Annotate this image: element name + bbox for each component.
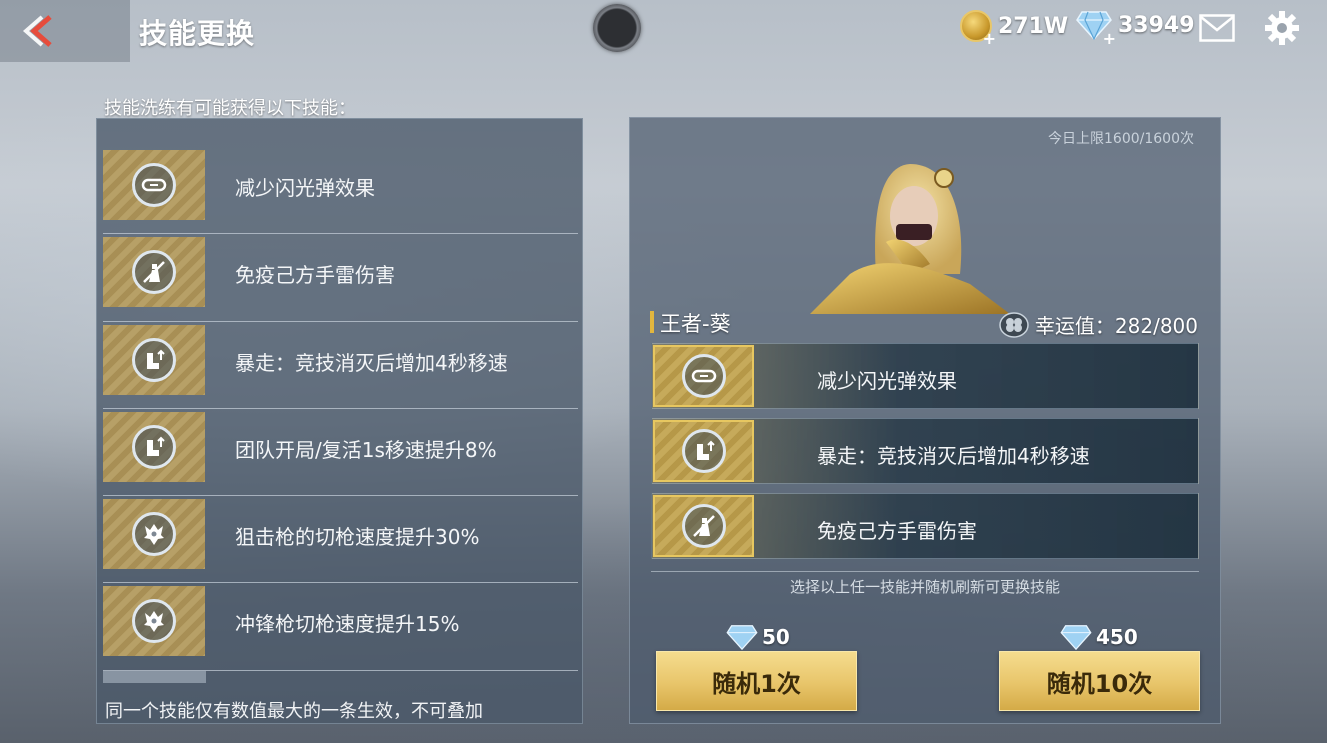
skill-pool-list[interactable]: 减少闪光弹效果 免疫己方手雷伤害 暴走：竞技消灭后增加4秒移速 团队开局/复活1… — [103, 147, 578, 683]
skill-label: 团队开局/复活1s移速提升8% — [235, 437, 497, 462]
daily-limit-text: 今日上限1600/1600次 — [1048, 131, 1194, 147]
divider — [651, 571, 1199, 572]
luck-indicator: 幸运值：282/800 — [999, 310, 1198, 339]
skill-label: 减少闪光弹效果 — [235, 176, 375, 200]
mail-icon[interactable] — [1199, 14, 1235, 42]
roll-once-cost: 50 — [726, 624, 790, 651]
skill-label: 狙击枪的切枪速度提升30% — [235, 525, 480, 550]
scrollbar-thumb[interactable] — [103, 671, 206, 683]
skill-label: 减少闪光弹效果 — [817, 369, 957, 393]
skill-label: 冲锋枪切枪速度提升15% — [235, 612, 460, 637]
skill-pool-panel: 减少闪光弹效果 免疫己方手雷伤害 暴走：竞技消灭后增加4秒移速 团队开局/复活1… — [96, 118, 583, 724]
skill-pool-heading: 技能洗练有可能获得以下技能： — [104, 98, 356, 119]
gear-icon[interactable] — [1264, 10, 1300, 46]
gold-amount: 271W — [998, 13, 1069, 39]
goggles-icon — [681, 354, 726, 398]
chevron-left-icon — [22, 15, 52, 47]
diamond-icon — [1076, 10, 1116, 48]
current-skill-list: 减少闪光弹效果 暴走：竞技消灭后增加4秒移速 免疫己方手雷伤害 — [651, 343, 1199, 568]
stacking-note: 同一个技能仅有数值最大的一条生效，不可叠加 — [105, 701, 483, 722]
character-name: 王者-葵 — [660, 312, 731, 336]
list-item: 免疫己方手雷伤害 — [103, 234, 578, 322]
skill-label: 暴走：竞技消灭后增加4秒移速 — [817, 444, 1090, 468]
list-item: 狙击枪的切枪速度提升30% — [103, 496, 578, 584]
skill-reroll-panel: 今日上限1600/1600次 王者-葵 幸运值：282/800 减少闪光弹效果 … — [629, 117, 1221, 724]
no-grenade-icon — [681, 504, 726, 548]
current-skill-slot[interactable]: 减少闪光弹效果 — [651, 343, 1199, 409]
roll-ten-button[interactable]: 随机10次 — [999, 651, 1200, 711]
diamond-icon — [1060, 624, 1092, 651]
luck-value: 幸运值：282/800 — [1034, 314, 1198, 338]
name-accent-bar — [650, 311, 654, 333]
boot-speed-icon — [681, 429, 726, 473]
skill-label: 免疫己方手雷伤害 — [817, 519, 977, 543]
back-button[interactable] — [0, 0, 130, 62]
reroll-hint: 选择以上任一技能并随机刷新可更换技能 — [789, 578, 1060, 596]
no-grenade-icon — [132, 250, 176, 295]
gold-currency[interactable]: 271W — [960, 10, 1069, 48]
wolf-emblem-icon — [132, 512, 176, 557]
list-item: 暴走：竞技消灭后增加4秒移速 — [103, 322, 578, 409]
floating-record-button[interactable] — [593, 4, 641, 52]
character-portrait — [810, 164, 1010, 314]
gem-amount: 33949 — [1118, 12, 1195, 38]
wolf-emblem-icon — [132, 599, 176, 644]
current-skill-slot[interactable]: 免疫己方手雷伤害 — [651, 493, 1199, 559]
roll-once-button[interactable]: 随机1次 — [656, 651, 857, 711]
clover-icon — [999, 311, 1029, 338]
cost-value: 450 — [1096, 625, 1138, 649]
gem-currency[interactable]: 33949 — [1076, 10, 1195, 48]
boot-speed-icon — [132, 424, 176, 469]
diamond-icon — [726, 624, 758, 651]
skill-label: 免疫己方手雷伤害 — [235, 263, 395, 288]
goggles-icon — [132, 163, 176, 207]
list-item: 减少闪光弹效果 — [103, 147, 578, 235]
gold-coin-icon — [960, 10, 996, 48]
roll-ten-cost: 450 — [1060, 624, 1138, 651]
list-item: 冲锋枪切枪速度提升15% — [103, 583, 578, 671]
current-skill-slot[interactable]: 暴走：竞技消灭后增加4秒移速 — [651, 418, 1199, 484]
skill-label: 暴走：竞技消灭后增加4秒移速 — [235, 350, 508, 375]
boot-speed-icon — [132, 337, 176, 382]
cost-value: 50 — [762, 625, 790, 649]
list-item: 团队开局/复活1s移速提升8% — [103, 409, 578, 497]
page-title: 技能更换 — [139, 17, 256, 50]
